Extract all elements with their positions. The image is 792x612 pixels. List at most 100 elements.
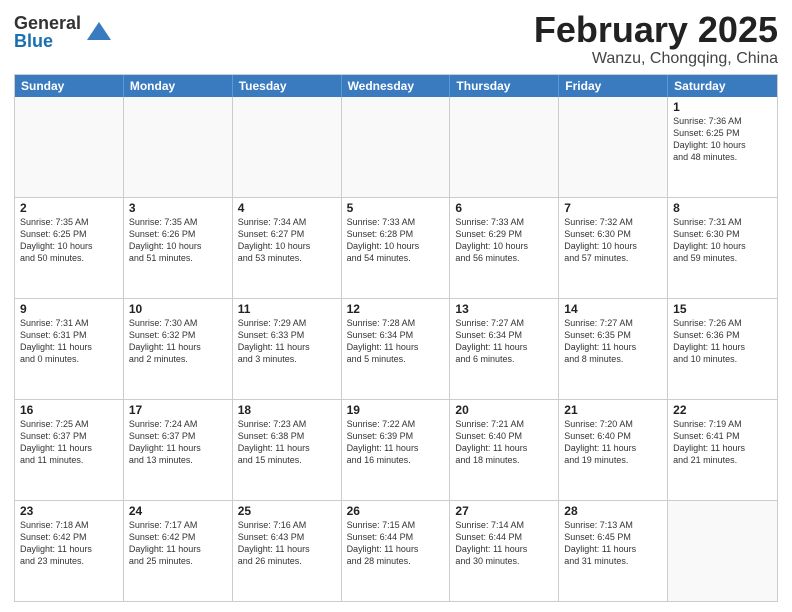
calendar-cell: 23Sunrise: 7:18 AM Sunset: 6:42 PM Dayli… [15,501,124,601]
logo-blue-text: Blue [14,32,81,50]
day-info: Sunrise: 7:31 AM Sunset: 6:30 PM Dayligh… [673,216,772,265]
calendar-cell: 27Sunrise: 7:14 AM Sunset: 6:44 PM Dayli… [450,501,559,601]
day-number: 22 [673,403,772,417]
day-info: Sunrise: 7:34 AM Sunset: 6:27 PM Dayligh… [238,216,336,265]
header: General Blue February 2025 Wanzu, Chongq… [14,10,778,68]
day-number: 20 [455,403,553,417]
day-info: Sunrise: 7:27 AM Sunset: 6:34 PM Dayligh… [455,317,553,366]
day-info: Sunrise: 7:20 AM Sunset: 6:40 PM Dayligh… [564,418,662,467]
calendar-cell: 9Sunrise: 7:31 AM Sunset: 6:31 PM Daylig… [15,299,124,399]
calendar-cell: 2Sunrise: 7:35 AM Sunset: 6:25 PM Daylig… [15,198,124,298]
calendar-cell: 15Sunrise: 7:26 AM Sunset: 6:36 PM Dayli… [668,299,777,399]
calendar-cell [342,97,451,197]
calendar-cell [15,97,124,197]
day-info: Sunrise: 7:29 AM Sunset: 6:33 PM Dayligh… [238,317,336,366]
calendar-cell: 1Sunrise: 7:36 AM Sunset: 6:25 PM Daylig… [668,97,777,197]
day-number: 16 [20,403,118,417]
calendar-cell: 14Sunrise: 7:27 AM Sunset: 6:35 PM Dayli… [559,299,668,399]
calendar-cell: 10Sunrise: 7:30 AM Sunset: 6:32 PM Dayli… [124,299,233,399]
calendar-row-4: 23Sunrise: 7:18 AM Sunset: 6:42 PM Dayli… [15,500,777,601]
header-day-saturday: Saturday [668,75,777,97]
day-info: Sunrise: 7:32 AM Sunset: 6:30 PM Dayligh… [564,216,662,265]
day-number: 4 [238,201,336,215]
day-number: 5 [347,201,445,215]
header-day-monday: Monday [124,75,233,97]
calendar-row-2: 9Sunrise: 7:31 AM Sunset: 6:31 PM Daylig… [15,298,777,399]
calendar-cell [124,97,233,197]
header-day-friday: Friday [559,75,668,97]
calendar-cell: 25Sunrise: 7:16 AM Sunset: 6:43 PM Dayli… [233,501,342,601]
day-info: Sunrise: 7:26 AM Sunset: 6:36 PM Dayligh… [673,317,772,366]
header-day-thursday: Thursday [450,75,559,97]
day-info: Sunrise: 7:22 AM Sunset: 6:39 PM Dayligh… [347,418,445,467]
calendar-cell: 8Sunrise: 7:31 AM Sunset: 6:30 PM Daylig… [668,198,777,298]
calendar-cell: 18Sunrise: 7:23 AM Sunset: 6:38 PM Dayli… [233,400,342,500]
day-info: Sunrise: 7:33 AM Sunset: 6:28 PM Dayligh… [347,216,445,265]
day-info: Sunrise: 7:28 AM Sunset: 6:34 PM Dayligh… [347,317,445,366]
day-number: 14 [564,302,662,316]
page: General Blue February 2025 Wanzu, Chongq… [0,0,792,612]
day-number: 25 [238,504,336,518]
day-number: 7 [564,201,662,215]
day-number: 9 [20,302,118,316]
calendar-row-0: 1Sunrise: 7:36 AM Sunset: 6:25 PM Daylig… [15,97,777,197]
day-number: 28 [564,504,662,518]
day-number: 12 [347,302,445,316]
day-number: 24 [129,504,227,518]
day-number: 1 [673,100,772,114]
day-number: 18 [238,403,336,417]
calendar-cell: 13Sunrise: 7:27 AM Sunset: 6:34 PM Dayli… [450,299,559,399]
day-info: Sunrise: 7:17 AM Sunset: 6:42 PM Dayligh… [129,519,227,568]
day-info: Sunrise: 7:35 AM Sunset: 6:26 PM Dayligh… [129,216,227,265]
day-info: Sunrise: 7:27 AM Sunset: 6:35 PM Dayligh… [564,317,662,366]
calendar-cell: 4Sunrise: 7:34 AM Sunset: 6:27 PM Daylig… [233,198,342,298]
header-day-tuesday: Tuesday [233,75,342,97]
day-info: Sunrise: 7:21 AM Sunset: 6:40 PM Dayligh… [455,418,553,467]
calendar-cell: 17Sunrise: 7:24 AM Sunset: 6:37 PM Dayli… [124,400,233,500]
calendar: SundayMondayTuesdayWednesdayThursdayFrid… [14,74,778,602]
day-info: Sunrise: 7:33 AM Sunset: 6:29 PM Dayligh… [455,216,553,265]
day-info: Sunrise: 7:19 AM Sunset: 6:41 PM Dayligh… [673,418,772,467]
header-day-sunday: Sunday [15,75,124,97]
day-number: 21 [564,403,662,417]
day-info: Sunrise: 7:18 AM Sunset: 6:42 PM Dayligh… [20,519,118,568]
calendar-cell: 26Sunrise: 7:15 AM Sunset: 6:44 PM Dayli… [342,501,451,601]
day-number: 6 [455,201,553,215]
calendar-cell: 19Sunrise: 7:22 AM Sunset: 6:39 PM Dayli… [342,400,451,500]
calendar-cell: 28Sunrise: 7:13 AM Sunset: 6:45 PM Dayli… [559,501,668,601]
title-block: February 2025 Wanzu, Chongqing, China [534,10,778,68]
calendar-cell: 6Sunrise: 7:33 AM Sunset: 6:29 PM Daylig… [450,198,559,298]
day-info: Sunrise: 7:36 AM Sunset: 6:25 PM Dayligh… [673,115,772,164]
calendar-cell: 21Sunrise: 7:20 AM Sunset: 6:40 PM Dayli… [559,400,668,500]
calendar-cell: 22Sunrise: 7:19 AM Sunset: 6:41 PM Dayli… [668,400,777,500]
calendar-cell [668,501,777,601]
day-info: Sunrise: 7:25 AM Sunset: 6:37 PM Dayligh… [20,418,118,467]
logo: General Blue [14,14,113,50]
logo-general-text: General [14,14,81,32]
day-number: 17 [129,403,227,417]
day-info: Sunrise: 7:13 AM Sunset: 6:45 PM Dayligh… [564,519,662,568]
day-info: Sunrise: 7:31 AM Sunset: 6:31 PM Dayligh… [20,317,118,366]
calendar-body: 1Sunrise: 7:36 AM Sunset: 6:25 PM Daylig… [15,97,777,601]
day-number: 27 [455,504,553,518]
day-number: 23 [20,504,118,518]
day-number: 26 [347,504,445,518]
calendar-cell [233,97,342,197]
month-title: February 2025 [534,10,778,50]
calendar-cell: 3Sunrise: 7:35 AM Sunset: 6:26 PM Daylig… [124,198,233,298]
logo-icon [85,18,113,46]
calendar-cell: 7Sunrise: 7:32 AM Sunset: 6:30 PM Daylig… [559,198,668,298]
day-info: Sunrise: 7:15 AM Sunset: 6:44 PM Dayligh… [347,519,445,568]
day-info: Sunrise: 7:35 AM Sunset: 6:25 PM Dayligh… [20,216,118,265]
day-number: 3 [129,201,227,215]
day-number: 19 [347,403,445,417]
day-number: 8 [673,201,772,215]
day-info: Sunrise: 7:30 AM Sunset: 6:32 PM Dayligh… [129,317,227,366]
day-info: Sunrise: 7:14 AM Sunset: 6:44 PM Dayligh… [455,519,553,568]
day-info: Sunrise: 7:16 AM Sunset: 6:43 PM Dayligh… [238,519,336,568]
calendar-cell: 5Sunrise: 7:33 AM Sunset: 6:28 PM Daylig… [342,198,451,298]
calendar-cell [559,97,668,197]
day-number: 15 [673,302,772,316]
day-number: 2 [20,201,118,215]
calendar-cell: 16Sunrise: 7:25 AM Sunset: 6:37 PM Dayli… [15,400,124,500]
